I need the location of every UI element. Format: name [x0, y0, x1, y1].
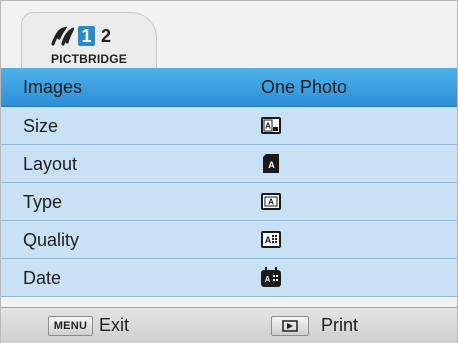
tab-icons: 1 2	[50, 25, 113, 47]
svg-text:A: A	[265, 275, 271, 284]
date-icon: A	[261, 267, 281, 287]
menu-item-label: Size	[23, 116, 59, 136]
menu-item-date[interactable]: Date A	[1, 259, 457, 297]
menu-item-label: Images	[23, 77, 83, 97]
layout-icon: A	[263, 154, 279, 173]
svg-text:A: A	[265, 235, 272, 245]
tab-title: PICTBRIDGE	[50, 52, 127, 66]
menu-item-value: One Photo	[261, 77, 348, 97]
pictbridge-logo-icon	[51, 26, 74, 46]
exit-label: Exit	[99, 315, 130, 335]
step-two-icon: 2	[100, 26, 111, 46]
menu-item-label: Quality	[23, 230, 80, 250]
menu-item-label: Layout	[23, 154, 78, 174]
type-icon: A	[261, 193, 281, 210]
menu-item-layout[interactable]: Layout A	[1, 145, 457, 183]
size-icon: A	[261, 117, 281, 134]
svg-text:A: A	[265, 122, 271, 131]
step-one-icon: 1	[78, 26, 95, 46]
menu-item-images[interactable]: Images One Photo	[1, 68, 457, 107]
bottom-bar: MENU Exit Print	[1, 307, 457, 343]
svg-text:A: A	[268, 160, 275, 170]
menu-item-size[interactable]: Size A	[1, 107, 457, 145]
print-label: Print	[321, 315, 359, 335]
pictbridge-screen: 1 2 PICTBRIDGE Images One Photo Size A L…	[0, 0, 458, 343]
pictbridge-tab[interactable]: 1 2 PICTBRIDGE	[21, 12, 157, 70]
menu-item-label: Date	[23, 268, 62, 288]
quality-icon: A	[261, 231, 281, 248]
menu-item-quality[interactable]: Quality A	[1, 221, 457, 259]
menu-item-type[interactable]: Type A	[1, 183, 457, 221]
menu-key-button[interactable]: MENU	[48, 316, 93, 336]
play-key-button[interactable]	[271, 316, 309, 336]
play-icon	[282, 320, 298, 332]
settings-menu: Images One Photo Size A Layout A Type A …	[1, 68, 457, 297]
header: 1 2 PICTBRIDGE	[1, 1, 457, 70]
menu-item-label: Type	[23, 192, 63, 212]
svg-text:A: A	[268, 198, 274, 207]
